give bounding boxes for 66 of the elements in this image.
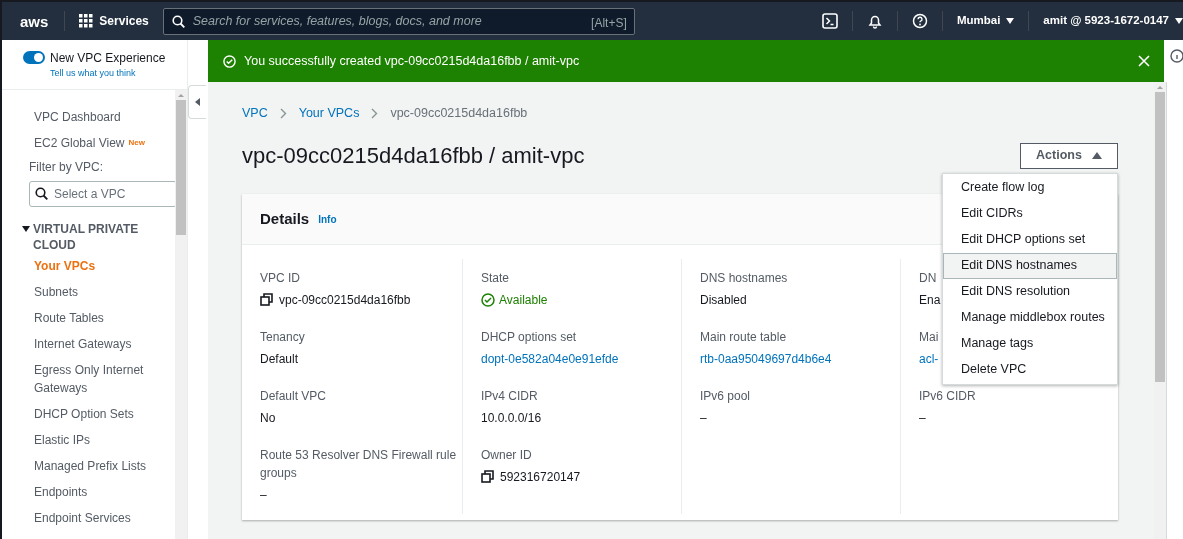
info-link[interactable]: Info — [318, 212, 337, 228]
services-button[interactable]: Services — [79, 12, 149, 30]
menu-item[interactable]: Edit DHCP options set — [943, 226, 1117, 253]
nav-link[interactable]: Egress Only Internet Gateways — [34, 361, 159, 397]
menu-item[interactable]: Manage tags — [943, 330, 1117, 357]
breadcrumb-link[interactable]: Your VPCs — [298, 104, 360, 123]
field-label: Mai — [919, 328, 939, 346]
field-value: vpc-09cc0215d4da16fbb — [279, 291, 411, 309]
toggle-label: New VPC Experience — [50, 49, 166, 67]
field-link[interactable]: rtb-0aa95049697d4b6e4 — [700, 349, 832, 368]
field-label: DNS hostnames — [700, 269, 788, 287]
card-title: Details — [260, 208, 310, 229]
field-label: DN — [919, 269, 937, 287]
nav-link[interactable]: Managed Prefix Lists — [34, 457, 159, 475]
actions-button[interactable]: Actions — [1020, 142, 1118, 169]
nav-link[interactable]: Endpoints — [34, 483, 159, 501]
vpc-filter-field[interactable]: Select a VPC — [29, 181, 175, 207]
nav-link[interactable]: Subnets — [34, 283, 159, 301]
field-link[interactable]: dopt-0e582a04e0e91efde — [481, 349, 619, 368]
nav-link[interactable]: EC2 Global View — [34, 134, 125, 152]
field-label: Tenancy — [260, 328, 305, 346]
field-label: Default VPC — [260, 387, 327, 405]
field-value: – — [919, 409, 926, 427]
field-value: 592316720147 — [500, 468, 581, 486]
banner-message: You successfully created vpc-09cc0215d4da16fbb / amit-vpc — [244, 52, 580, 70]
nav-link[interactable]: Elastic IPs — [34, 431, 159, 449]
account-menu[interactable]: amit @ 5923-1672-0147 — [1043, 12, 1183, 30]
field-label: DHCP options set — [481, 328, 577, 346]
field-value: 10.0.0.0/16 — [481, 409, 542, 427]
nav-link[interactable]: VPC Dashboard — [34, 108, 121, 126]
menu-item[interactable]: Edit DNS hostnames — [943, 252, 1117, 279]
new-label: New — [128, 137, 145, 149]
logo[interactable]: aws — [20, 13, 49, 29]
shortcut-hint: [Alt+S] — [591, 14, 627, 32]
menu-item[interactable]: Manage middlebox routes — [943, 304, 1117, 331]
nav-link[interactable]: Route Tables — [34, 309, 159, 327]
field-link[interactable]: acl- — [919, 349, 939, 368]
nav-link[interactable]: Endpoint Services — [34, 509, 159, 527]
field-value: – — [260, 486, 267, 504]
breadcrumb-link[interactable]: VPC — [242, 104, 268, 123]
field-label: IPv6 pool — [700, 387, 751, 405]
menu-item[interactable]: Edit CIDRs — [943, 200, 1117, 227]
field-label: Route 53 Resolver DNS Firewall rule groups — [260, 446, 458, 482]
field-label: IPv4 CIDR — [481, 387, 538, 405]
field-label: Owner ID — [481, 446, 532, 464]
field-label: Main route table — [700, 328, 787, 346]
menu-item[interactable]: Delete VPC — [943, 356, 1117, 383]
page-title: vpc-09cc0215d4da16fbb / amit-vpc — [242, 141, 585, 170]
menu-item[interactable]: Edit DNS resolution — [943, 278, 1117, 305]
section-heading[interactable]: VIRTUAL PRIVATE CLOUD — [33, 221, 153, 253]
feedback-link[interactable]: Tell us what you think — [50, 66, 187, 81]
current-page-label: vpc-09cc0215d4da16fbb — [390, 105, 528, 122]
field-value: – — [700, 409, 707, 427]
filter-label: Filter by VPC: — [29, 159, 104, 176]
field-value: Ena — [919, 291, 941, 309]
field-label: IPv6 CIDR — [919, 387, 976, 405]
status-text: Available — [499, 291, 548, 309]
field-value: Disabled — [700, 291, 747, 309]
field-label: VPC ID — [260, 269, 300, 287]
field-value: Default — [260, 350, 299, 368]
field-label: State — [481, 269, 510, 287]
field-value: No — [260, 409, 276, 427]
menu-item[interactable]: Create flow log — [943, 174, 1117, 201]
region-menu[interactable]: Mumbai — [956, 12, 1015, 30]
nav-link[interactable]: DHCP Option Sets — [34, 405, 159, 423]
nav-link[interactable]: Internet Gateways — [34, 335, 159, 353]
